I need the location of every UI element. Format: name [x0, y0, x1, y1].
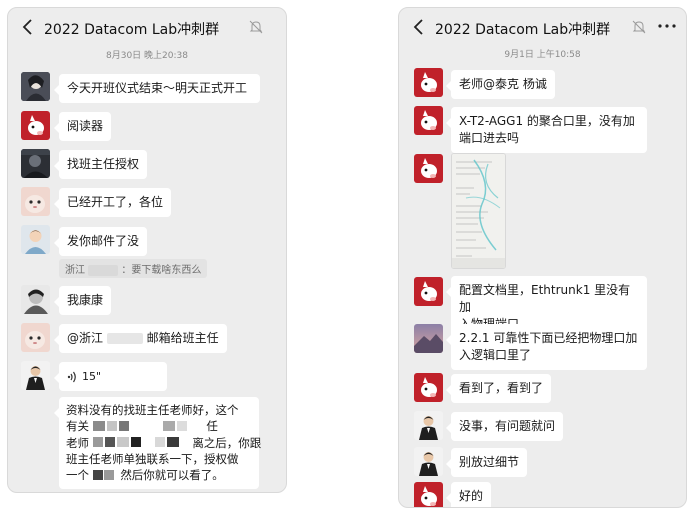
avatar[interactable]	[414, 447, 443, 476]
redaction-block	[106, 333, 143, 344]
message-bubble[interactable]: 好的	[445, 482, 492, 507]
mute-bell-icon	[632, 20, 646, 34]
back-arrow-icon[interactable]	[411, 18, 427, 36]
chat-title: 2022 Datacom Lab冲刺群	[435, 22, 611, 38]
message-line: 端口进去吗	[459, 131, 520, 145]
message-bubble[interactable]: 阅读器	[53, 112, 112, 141]
avatar[interactable]	[414, 106, 443, 135]
message-text: 邮箱给班主任	[146, 331, 219, 345]
chat-header: 2022 Datacom Lab冲刺群	[8, 8, 286, 46]
redaction-mosaic	[92, 419, 203, 435]
redaction-mosaic	[92, 468, 117, 484]
voice-message[interactable]: 15"	[54, 362, 167, 391]
message-bubble[interactable]: 看到了，看到了	[445, 374, 552, 403]
avatar[interactable]	[414, 411, 443, 440]
avatar[interactable]	[414, 68, 443, 97]
avatar[interactable]	[21, 285, 50, 314]
message-timestamp: 8月30日 晚上20:38	[106, 51, 188, 61]
message-bubble[interactable]: 发你邮件了没	[53, 227, 148, 256]
avatar[interactable]	[414, 277, 443, 306]
avatar[interactable]	[414, 154, 443, 183]
message-bubble[interactable]: 老师@泰克 杨诚	[446, 70, 555, 99]
quote-text: ：要下载啥东西么	[121, 265, 202, 276]
chat-window-right: 2022 Datacom Lab冲刺群 9月1日 上午10:58 老师@泰克 杨…	[398, 7, 687, 508]
redaction-block	[88, 264, 119, 276]
message-line: 老师 离之后，你跟	[66, 435, 261, 452]
quote-sender: 浙江	[65, 265, 85, 276]
avatar[interactable]	[21, 72, 50, 101]
avatar[interactable]	[21, 187, 50, 216]
more-options-icon[interactable]	[657, 22, 677, 30]
message-bubble[interactable]: 我康康	[53, 286, 112, 315]
chat-title: 2022 Datacom Lab冲刺群	[44, 22, 220, 38]
avatar[interactable]	[21, 361, 50, 390]
mute-bell-icon	[249, 20, 263, 34]
message-line: 班主任老师单独联系一下，授权做	[66, 452, 239, 466]
message-line: 资料没有的找班主任老师好，这个	[66, 403, 239, 417]
message-line: 一个 然后你就可以看了。	[66, 467, 252, 484]
quoted-message[interactable]: 浙江 ：要下载啥东西么	[59, 259, 208, 278]
avatar[interactable]	[414, 373, 443, 402]
voice-wave-icon	[67, 371, 76, 382]
message-line: 配置文档里，Ethtrunk1 里没有加	[459, 283, 631, 314]
back-arrow-icon[interactable]	[20, 18, 36, 36]
mention-text: @浙江	[67, 331, 104, 345]
voice-duration: 15"	[82, 370, 102, 383]
image-message[interactable]	[451, 153, 506, 269]
avatar[interactable]	[21, 323, 50, 352]
text-fragment: 有关	[66, 419, 89, 433]
text-fragment: 老师	[66, 435, 89, 450]
avatar[interactable]	[21, 225, 50, 254]
message-bubble[interactable]: 别放过细节	[445, 448, 528, 477]
text-fragment: 离之后，你跟	[192, 435, 262, 450]
message-bubble[interactable]: X-T2-AGG1 的聚合口里，没有加 端口进去吗	[446, 107, 647, 153]
message-bubble[interactable]: 2.2.1 可靠性下面已经把物理口加 入逻辑口里了	[446, 324, 647, 370]
message-bubble[interactable]: 找班主任授权	[53, 150, 148, 179]
avatar[interactable]	[414, 324, 443, 353]
message-line: 入逻辑口里了	[459, 348, 532, 362]
avatar[interactable]	[21, 111, 50, 140]
text-fragment: 然后你就可以看了。	[120, 468, 224, 482]
message-bubble[interactable]: @浙江 邮箱给班主任	[54, 324, 227, 353]
message-bubble[interactable]: 资料没有的找班主任老师好，这个 有关 任 老师 离之后，你跟 班主任老师单独联系…	[54, 397, 261, 489]
avatar[interactable]	[414, 482, 443, 507]
text-fragment: 任	[206, 419, 218, 433]
message-bubble[interactable]: 已经开工了，各位	[53, 188, 172, 217]
message-line: 2.2.1 可靠性下面已经把物理口加	[459, 331, 638, 345]
document-photo-icon	[452, 154, 505, 268]
chat-window-left: 2022 Datacom Lab冲刺群 8月30日 晚上20:38 今天开班仪式…	[7, 7, 287, 493]
message-line: X-T2-AGG1 的聚合口里，没有加	[459, 114, 635, 128]
text-fragment: 一个	[66, 468, 89, 482]
message-timestamp: 9月1日 上午10:58	[504, 50, 581, 60]
chat-header: 2022 Datacom Lab冲刺群	[399, 8, 686, 46]
message-line: 有关 任	[66, 418, 252, 435]
redaction-mosaic	[92, 435, 189, 451]
message-bubble[interactable]: 今天开班仪式结束～明天正式开工	[54, 74, 260, 103]
message-bubble[interactable]: 没事，有问题就问	[445, 412, 564, 441]
avatar[interactable]	[21, 149, 50, 178]
